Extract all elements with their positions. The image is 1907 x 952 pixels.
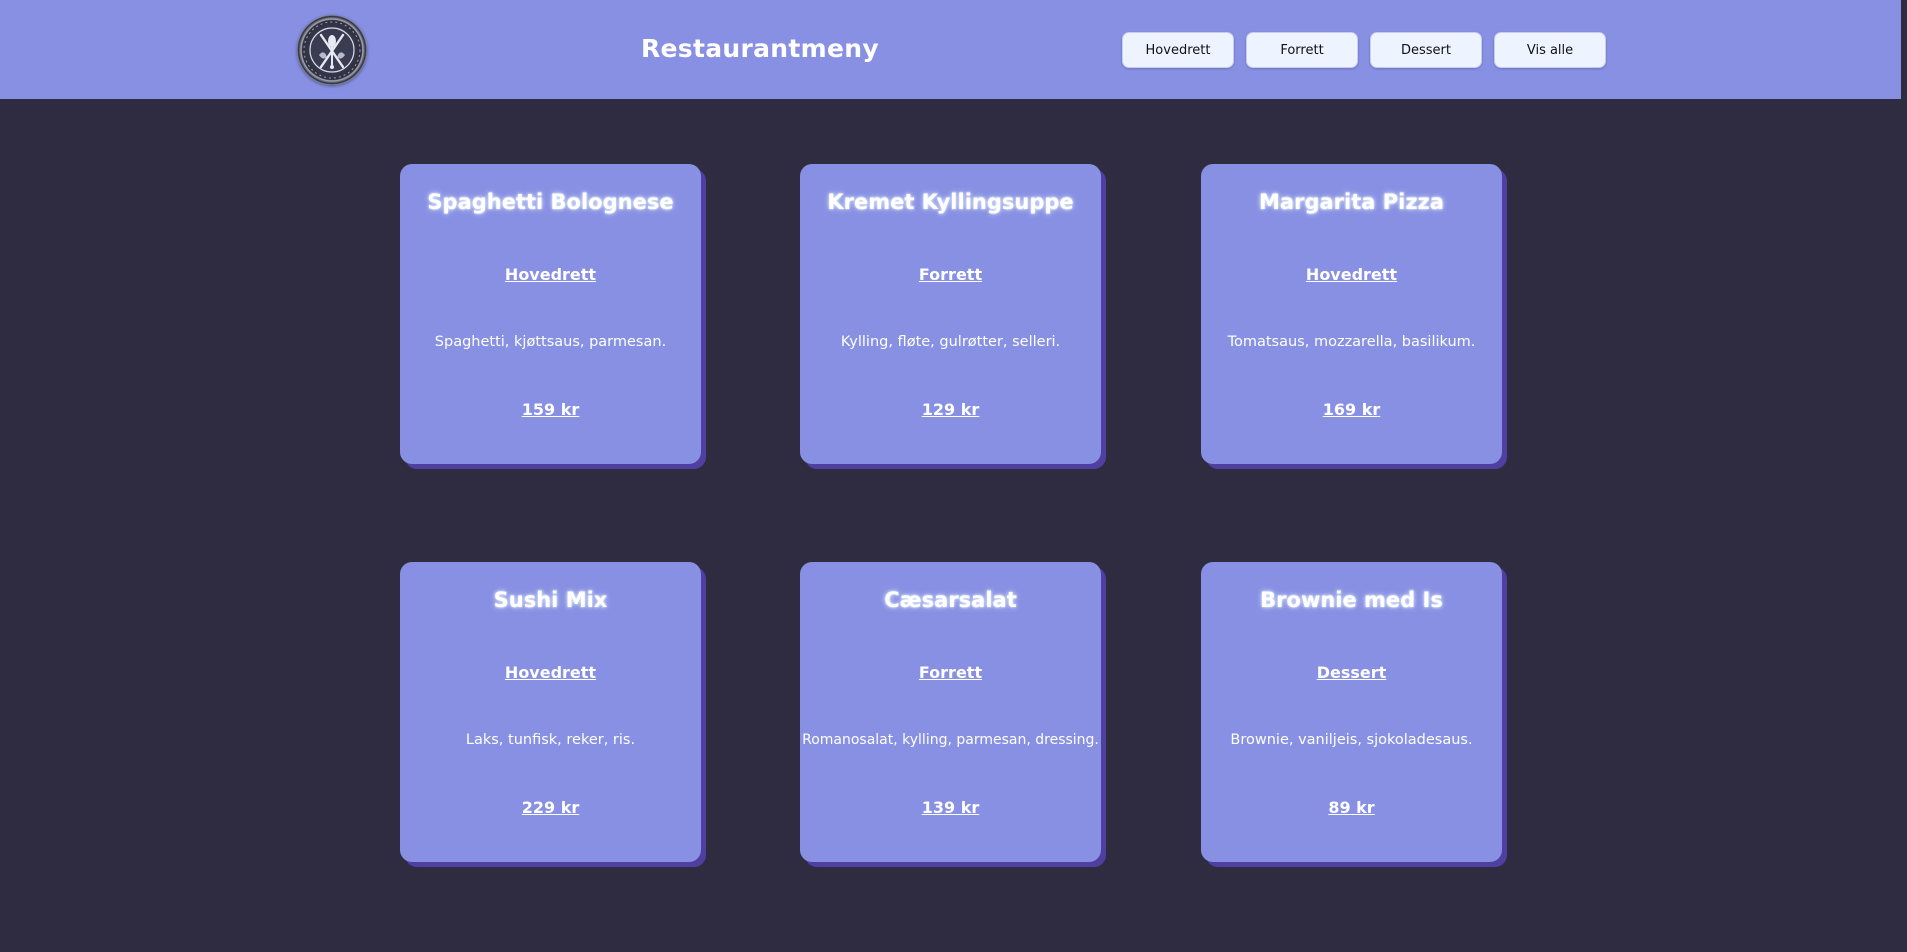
dish-name: Spaghetti Bolognese xyxy=(427,190,674,214)
dish-category: Hovedrett xyxy=(504,663,597,682)
menu-card[interactable]: Spaghetti Bolognese Hovedrett Spaghetti,… xyxy=(400,164,701,464)
site-header: Restaurantmeny Hovedrett Forrett Dessert… xyxy=(0,0,1904,99)
menu-card[interactable]: Cæsarsalat Forrett Romanosalat, kylling,… xyxy=(800,562,1101,862)
dish-name: Margarita Pizza xyxy=(1259,190,1444,214)
menu-card[interactable]: Brownie med Is Dessert Brownie, vaniljei… xyxy=(1201,562,1502,862)
dish-price: 129 kr xyxy=(921,400,980,419)
dish-name: Kremet Kyllingsuppe xyxy=(827,190,1074,214)
dish-category: Forrett xyxy=(918,663,983,682)
filter-hovedrett-button[interactable]: Hovedrett xyxy=(1122,32,1234,68)
dish-description: Kylling, fløte, gulrøtter, selleri. xyxy=(840,334,1061,350)
dish-description: Laks, tunfisk, reker, ris. xyxy=(465,732,636,748)
dish-description: Brownie, vaniljeis, sjokoladesaus. xyxy=(1230,732,1473,748)
show-all-button[interactable]: Vis alle xyxy=(1494,32,1606,68)
dish-price: 89 kr xyxy=(1328,798,1375,817)
dish-description: Spaghetti, kjøttsaus, parmesan. xyxy=(434,334,667,350)
filter-forrett-button[interactable]: Forrett xyxy=(1246,32,1358,68)
restaurant-emblem-icon[interactable] xyxy=(297,15,367,85)
dish-price: 159 kr xyxy=(521,400,580,419)
dish-category: Forrett xyxy=(918,265,983,284)
menu-card[interactable]: Kremet Kyllingsuppe Forrett Kylling, flø… xyxy=(800,164,1101,464)
menu-card[interactable]: Margarita Pizza Hovedrett Tomatsaus, moz… xyxy=(1201,164,1502,464)
dish-category: Hovedrett xyxy=(504,265,597,284)
dish-price: 229 kr xyxy=(521,798,580,817)
filter-dessert-button[interactable]: Dessert xyxy=(1370,32,1482,68)
dish-category: Dessert xyxy=(1316,663,1387,682)
dish-name: Brownie med Is xyxy=(1260,588,1443,612)
dish-description: Tomatsaus, mozzarella, basilikum. xyxy=(1227,334,1476,350)
dish-name: Sushi Mix xyxy=(493,588,608,612)
dish-price: 139 kr xyxy=(921,798,980,817)
page-title: Restaurantmeny xyxy=(641,34,879,63)
dish-category: Hovedrett xyxy=(1305,265,1398,284)
menu-card[interactable]: Sushi Mix Hovedrett Laks, tunfisk, reker… xyxy=(400,562,701,862)
dish-name: Cæsarsalat xyxy=(884,588,1017,612)
dish-price: 169 kr xyxy=(1322,400,1381,419)
dish-description: Romanosalat, kylling, parmesan, dressing… xyxy=(802,732,1099,748)
